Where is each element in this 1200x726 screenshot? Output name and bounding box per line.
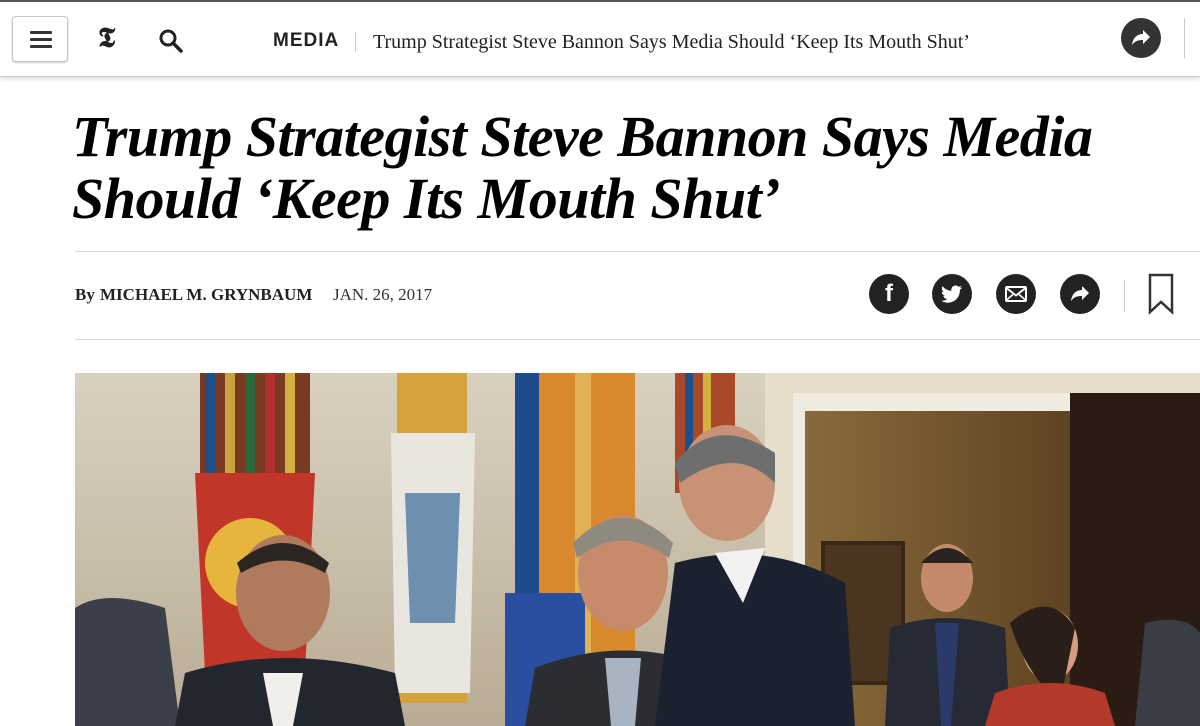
facebook-icon: f	[885, 280, 893, 307]
article-headline: Trump Strategist Steve Bannon Says Media…	[72, 106, 1152, 230]
nyt-logo[interactable]: 𝕿	[98, 22, 115, 54]
search-icon[interactable]	[158, 28, 184, 54]
section-label[interactable]: MEDIA	[273, 30, 339, 52]
more-share-button[interactable]	[1060, 274, 1100, 314]
byline-prefix: By	[75, 285, 95, 304]
header-headline: Trump Strategist Steve Bannon Says Media…	[373, 31, 971, 53]
publish-date: JAN. 26, 2017	[333, 285, 433, 304]
top-navigation-bar: 𝕿 MEDIA Trump Strategist Steve Bannon Sa…	[0, 0, 1200, 77]
header-separator	[355, 32, 356, 52]
menu-button[interactable]	[12, 16, 68, 62]
article-photo	[75, 373, 1200, 726]
headline-line-1: Trump Strategist Steve Bannon Says Media	[72, 104, 1093, 169]
twitter-icon	[941, 285, 962, 303]
menu-icon-bar	[30, 38, 52, 41]
twitter-share-button[interactable]	[932, 274, 972, 314]
menu-icon	[30, 31, 52, 34]
divider-bottom	[75, 339, 1200, 340]
divider-top	[75, 251, 1200, 252]
share-row-divider	[1124, 280, 1125, 312]
author-link[interactable]: MICHAEL M. GRYNBAUM	[100, 285, 312, 305]
bookmark-icon[interactable]	[1148, 273, 1174, 315]
photo-scene	[75, 373, 1200, 726]
menu-icon-bar	[30, 45, 52, 48]
header-divider	[1184, 18, 1185, 58]
share-arrow-icon	[1071, 286, 1089, 301]
headline-line-2: Should ‘Keep Its Mouth Shut’	[72, 166, 781, 231]
share-arrow-icon	[1132, 30, 1150, 45]
email-icon	[1005, 286, 1027, 302]
email-share-button[interactable]	[996, 274, 1036, 314]
facebook-share-button[interactable]: f	[869, 274, 909, 314]
header-share-button[interactable]	[1121, 18, 1161, 58]
